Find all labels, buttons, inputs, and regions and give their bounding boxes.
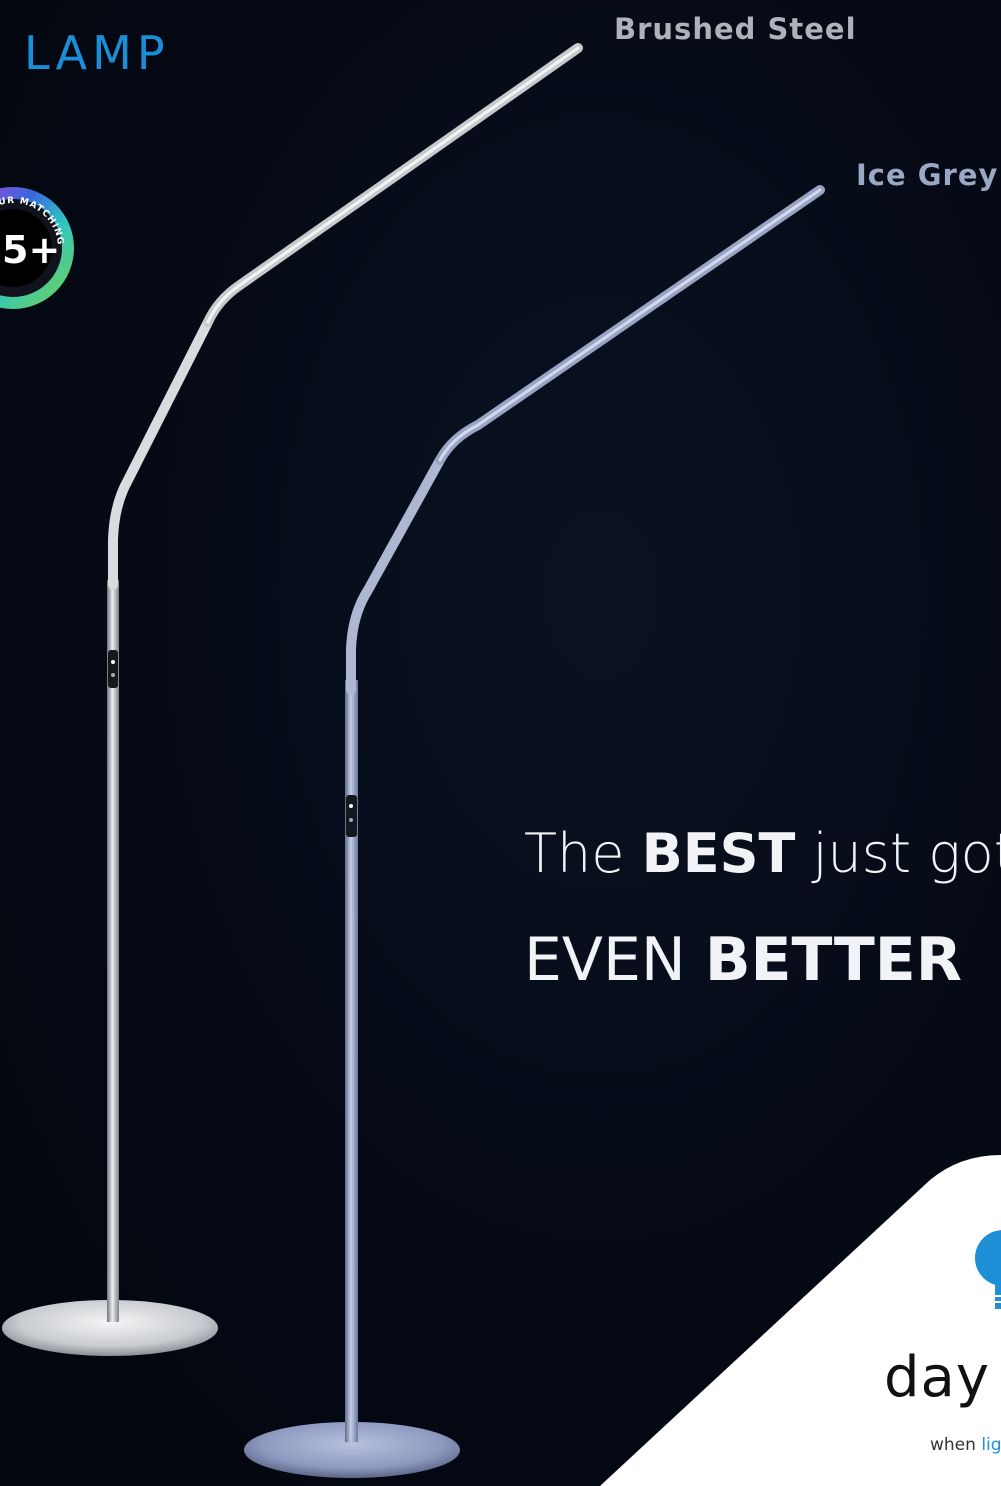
brand-logo-word: day <box>884 1345 991 1410</box>
brand-logo-panel <box>600 1155 1001 1486</box>
brand-logo-slogan: when lig <box>930 1435 1001 1455</box>
product-hero: LAMP Brushed Steel Ice Grey UR MATCHING … <box>0 0 1001 1486</box>
